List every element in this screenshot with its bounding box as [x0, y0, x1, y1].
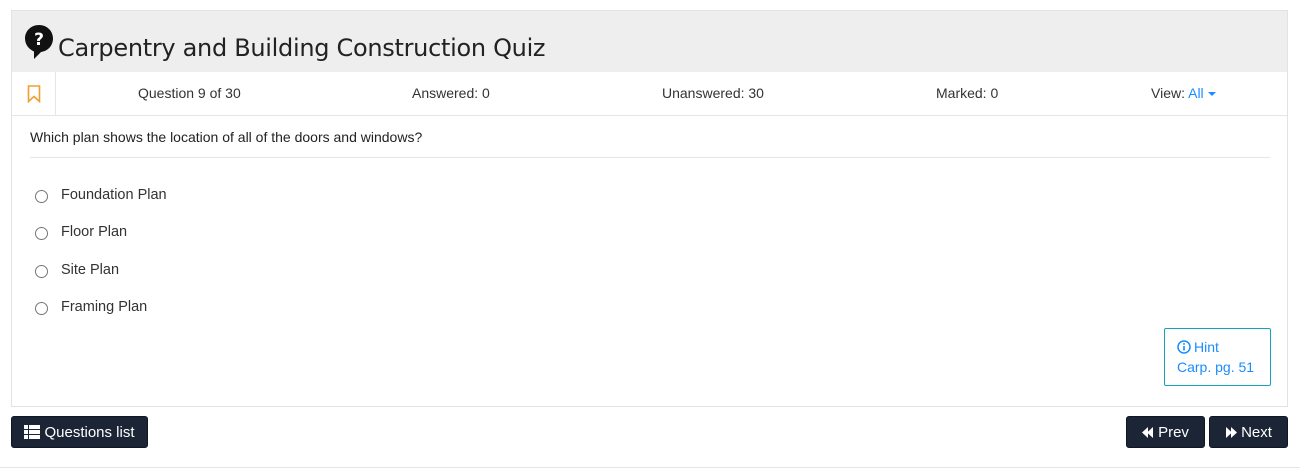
- marked-count: Marked: 0: [936, 85, 999, 101]
- view-value: All: [1188, 85, 1204, 101]
- option-label: Site Plan: [61, 262, 120, 278]
- questions-list-label: Questions list: [44, 423, 135, 441]
- answer-option[interactable]: Site Plan: [35, 262, 119, 278]
- forward-icon: [1226, 426, 1238, 438]
- answer-option[interactable]: Framing Plan: [35, 299, 147, 315]
- divider: [30, 157, 1270, 158]
- backward-icon: [1142, 426, 1154, 438]
- unanswered-count: Unanswered: 30: [662, 85, 764, 101]
- question-text: Which plan shows the location of all of …: [30, 129, 423, 145]
- caret-down-icon: [1207, 92, 1216, 96]
- hint-reference: Carp. pg. 51: [1177, 359, 1255, 375]
- hint-label: Hint: [1194, 339, 1219, 355]
- bookmark-button[interactable]: [12, 71, 56, 116]
- answered-count: Answered: 0: [412, 85, 490, 101]
- question-progress: Question 9 of 30: [138, 85, 241, 101]
- hint-button[interactable]: Hint Carp. pg. 51: [1164, 328, 1271, 386]
- page-title: Carpentry and Building Construction Quiz: [58, 34, 546, 62]
- option-label: Framing Plan: [61, 299, 148, 315]
- questions-list-button[interactable]: Questions list: [11, 416, 148, 448]
- prev-label: Prev: [1158, 423, 1189, 441]
- bookmark-icon: [27, 84, 40, 103]
- view-label: View:: [1151, 85, 1185, 101]
- view-filter: View: All: [1151, 85, 1216, 101]
- quiz-header: ? Carpentry and Building Construction Qu…: [12, 11, 1287, 72]
- answer-option[interactable]: Foundation Plan: [35, 187, 167, 203]
- radio-button[interactable]: [35, 227, 48, 240]
- next-button[interactable]: Next: [1209, 416, 1288, 448]
- svg-text:?: ?: [34, 30, 44, 50]
- next-label: Next: [1241, 423, 1272, 441]
- quiz-card: ? Carpentry and Building Construction Qu…: [11, 10, 1288, 407]
- option-label: Floor Plan: [61, 224, 128, 240]
- option-label: Foundation Plan: [61, 187, 167, 203]
- list-icon: [24, 425, 41, 439]
- divider: [0, 467, 1300, 468]
- prev-button[interactable]: Prev: [1126, 416, 1205, 448]
- radio-button[interactable]: [35, 302, 48, 315]
- info-icon: [1177, 340, 1191, 354]
- view-dropdown[interactable]: All: [1188, 85, 1216, 101]
- radio-button[interactable]: [35, 190, 48, 203]
- radio-button[interactable]: [35, 265, 48, 278]
- answer-option[interactable]: Floor Plan: [35, 224, 127, 240]
- question-bubble-icon: ?: [25, 25, 53, 59]
